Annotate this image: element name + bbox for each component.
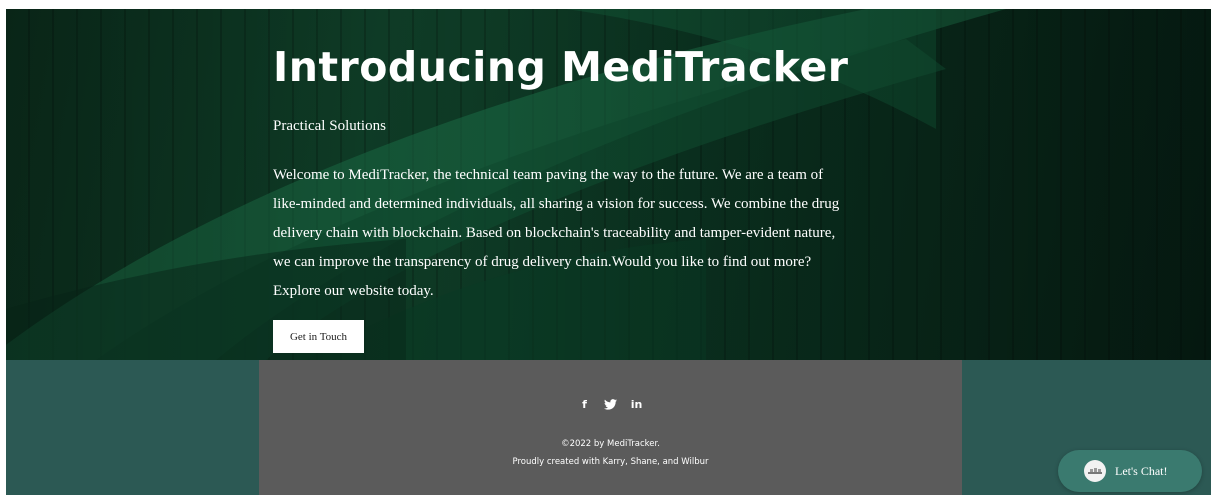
credits-text: Proudly created with Karry, Shane, and W… <box>512 457 709 467</box>
footer: f in ©2022 by MediTracker. Proudly creat… <box>6 360 1211 495</box>
social-bar: f in <box>259 397 962 411</box>
footer-center-panel: f in ©2022 by MediTracker. Proudly creat… <box>259 360 962 495</box>
twitter-icon[interactable] <box>604 397 618 411</box>
hero-description: Welcome to MediTracker, the technical te… <box>273 167 840 299</box>
hero-title: Introducing MediTracker <box>273 43 849 91</box>
linkedin-icon[interactable]: in <box>630 397 644 411</box>
hero-section: Introducing MediTracker Practical Soluti… <box>6 9 1211 360</box>
lets-chat-button[interactable]: Let's Chat! <box>1058 450 1202 492</box>
chat-label: Let's Chat! <box>1115 463 1168 478</box>
facebook-icon[interactable]: f <box>578 397 592 411</box>
copyright-text: ©2022 by MediTracker. <box>561 439 660 449</box>
hero-subtitle: Practical Solutions <box>273 118 386 134</box>
chat-avatar-icon <box>1084 460 1106 482</box>
page: Introducing MediTracker Practical Soluti… <box>6 9 1211 495</box>
get-in-touch-button[interactable]: Get in Touch <box>273 320 364 353</box>
